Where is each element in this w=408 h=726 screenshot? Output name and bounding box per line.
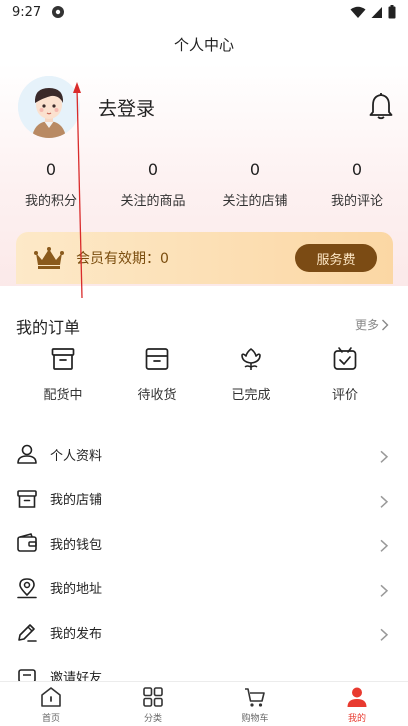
tab-category[interactable]: 分类 bbox=[102, 682, 204, 726]
status-bar: 9:27 bbox=[0, 0, 408, 24]
tab-home[interactable]: 首页 bbox=[0, 682, 102, 726]
stat-value: 0 bbox=[147, 160, 159, 179]
bell-icon[interactable] bbox=[368, 92, 394, 120]
tab-label: 购物车 bbox=[241, 714, 269, 724]
box-icon bbox=[51, 348, 75, 370]
member-card: 会员有效期：0 服务费 bbox=[16, 232, 393, 284]
chevron-right-icon bbox=[382, 319, 389, 330]
page-title: 个人中心 bbox=[173, 35, 234, 54]
tab-label: 分类 bbox=[143, 714, 162, 724]
wallet-icon bbox=[17, 533, 37, 553]
orders-more-link[interactable]: 更多 bbox=[355, 316, 389, 333]
tab-cart[interactable]: 购物车 bbox=[204, 682, 306, 726]
stat-label: 关注的店铺 bbox=[222, 194, 288, 209]
service-fee-button[interactable]: 服务费 bbox=[295, 244, 377, 272]
orders-more-label: 更多 bbox=[355, 318, 380, 332]
signal-icon bbox=[371, 6, 382, 18]
member-expiry-text: 会员有效期：0 bbox=[76, 251, 169, 267]
home-icon bbox=[41, 687, 61, 707]
stat-label: 我的评论 bbox=[330, 194, 383, 209]
menu-item-profile[interactable]: 个人资料 bbox=[0, 432, 408, 477]
chevron-right-icon bbox=[380, 584, 389, 597]
order-status-completed[interactable]: 已完成 bbox=[204, 346, 298, 403]
menu-item-address[interactable]: 我的地址 bbox=[0, 566, 408, 611]
menu-item-posts[interactable]: 我的发布 bbox=[0, 610, 408, 655]
user-icon bbox=[17, 444, 37, 465]
page-header: 个人中心 bbox=[0, 24, 408, 64]
cart-icon bbox=[245, 688, 265, 707]
menu-list: 个人资料 我的店铺 我的钱包 我的地址 我的发布 邀请好友 bbox=[0, 432, 408, 699]
stat-value: 0 bbox=[45, 160, 57, 179]
order-status-preparing[interactable]: 配货中 bbox=[16, 346, 110, 403]
menu-item-label: 我的地址 bbox=[50, 582, 103, 598]
menu-item-label: 个人资料 bbox=[50, 448, 103, 464]
flower-icon bbox=[241, 348, 261, 370]
menu-item-label: 我的店铺 bbox=[50, 493, 103, 509]
stat-value: 0 bbox=[249, 160, 261, 179]
avatar[interactable] bbox=[18, 76, 80, 138]
chevron-right-icon bbox=[380, 495, 389, 508]
profile-area: 去登录 0 我的积分 0 关注的商品 0 关注的店铺 0 我的评论 会员有效期：… bbox=[0, 64, 408, 286]
order-status-to-receive[interactable]: 待收货 bbox=[110, 346, 204, 403]
menu-item-label: 我的发布 bbox=[50, 626, 103, 642]
order-status-label: 评价 bbox=[331, 388, 358, 403]
grid-icon bbox=[143, 687, 163, 707]
order-status-label: 待收货 bbox=[137, 388, 177, 403]
tab-bar: 首页 分类 购物车 我的 bbox=[0, 681, 408, 726]
tab-label: 我的 bbox=[347, 714, 366, 724]
order-status-row: 配货中 待收货 已完成 评价 bbox=[0, 346, 408, 403]
sync-icon bbox=[52, 6, 65, 18]
crown-icon bbox=[34, 247, 64, 269]
edit-icon bbox=[18, 624, 37, 643]
order-status-label: 已完成 bbox=[231, 388, 271, 403]
menu-item-store[interactable]: 我的店铺 bbox=[0, 477, 408, 522]
tab-label: 首页 bbox=[41, 714, 60, 724]
stat-followed-stores[interactable]: 0 关注的店铺 bbox=[204, 158, 306, 209]
package-icon bbox=[145, 348, 169, 370]
status-icons bbox=[350, 5, 396, 19]
review-icon bbox=[333, 347, 357, 370]
location-icon bbox=[17, 577, 37, 599]
battery-icon bbox=[388, 5, 396, 19]
chevron-right-icon bbox=[380, 628, 389, 642]
stat-label: 关注的商品 bbox=[120, 194, 186, 209]
stats-row: 0 我的积分 0 关注的商品 0 关注的店铺 0 我的评论 bbox=[0, 158, 408, 209]
avatar-illustration bbox=[18, 76, 80, 138]
stat-followed-goods[interactable]: 0 关注的商品 bbox=[102, 158, 204, 209]
stat-value: 0 bbox=[351, 160, 363, 179]
chevron-right-icon bbox=[380, 539, 389, 553]
menu-item-label: 我的钱包 bbox=[50, 537, 103, 553]
stat-points[interactable]: 0 我的积分 bbox=[0, 158, 102, 209]
stat-comments[interactable]: 0 我的评论 bbox=[306, 158, 408, 209]
wifi-icon bbox=[350, 6, 366, 18]
store-icon bbox=[17, 489, 37, 508]
order-status-review[interactable]: 评价 bbox=[298, 346, 392, 403]
status-time: 9:27 bbox=[12, 4, 42, 20]
orders-title: 我的订单 bbox=[16, 318, 81, 337]
chevron-right-icon bbox=[380, 450, 389, 464]
person-icon bbox=[347, 687, 367, 707]
tab-mine[interactable]: 我的 bbox=[306, 682, 408, 726]
menu-item-wallet[interactable]: 我的钱包 bbox=[0, 521, 408, 566]
order-status-label: 配货中 bbox=[43, 388, 83, 403]
stat-label: 我的积分 bbox=[24, 194, 77, 209]
login-link[interactable]: 去登录 bbox=[98, 94, 155, 121]
